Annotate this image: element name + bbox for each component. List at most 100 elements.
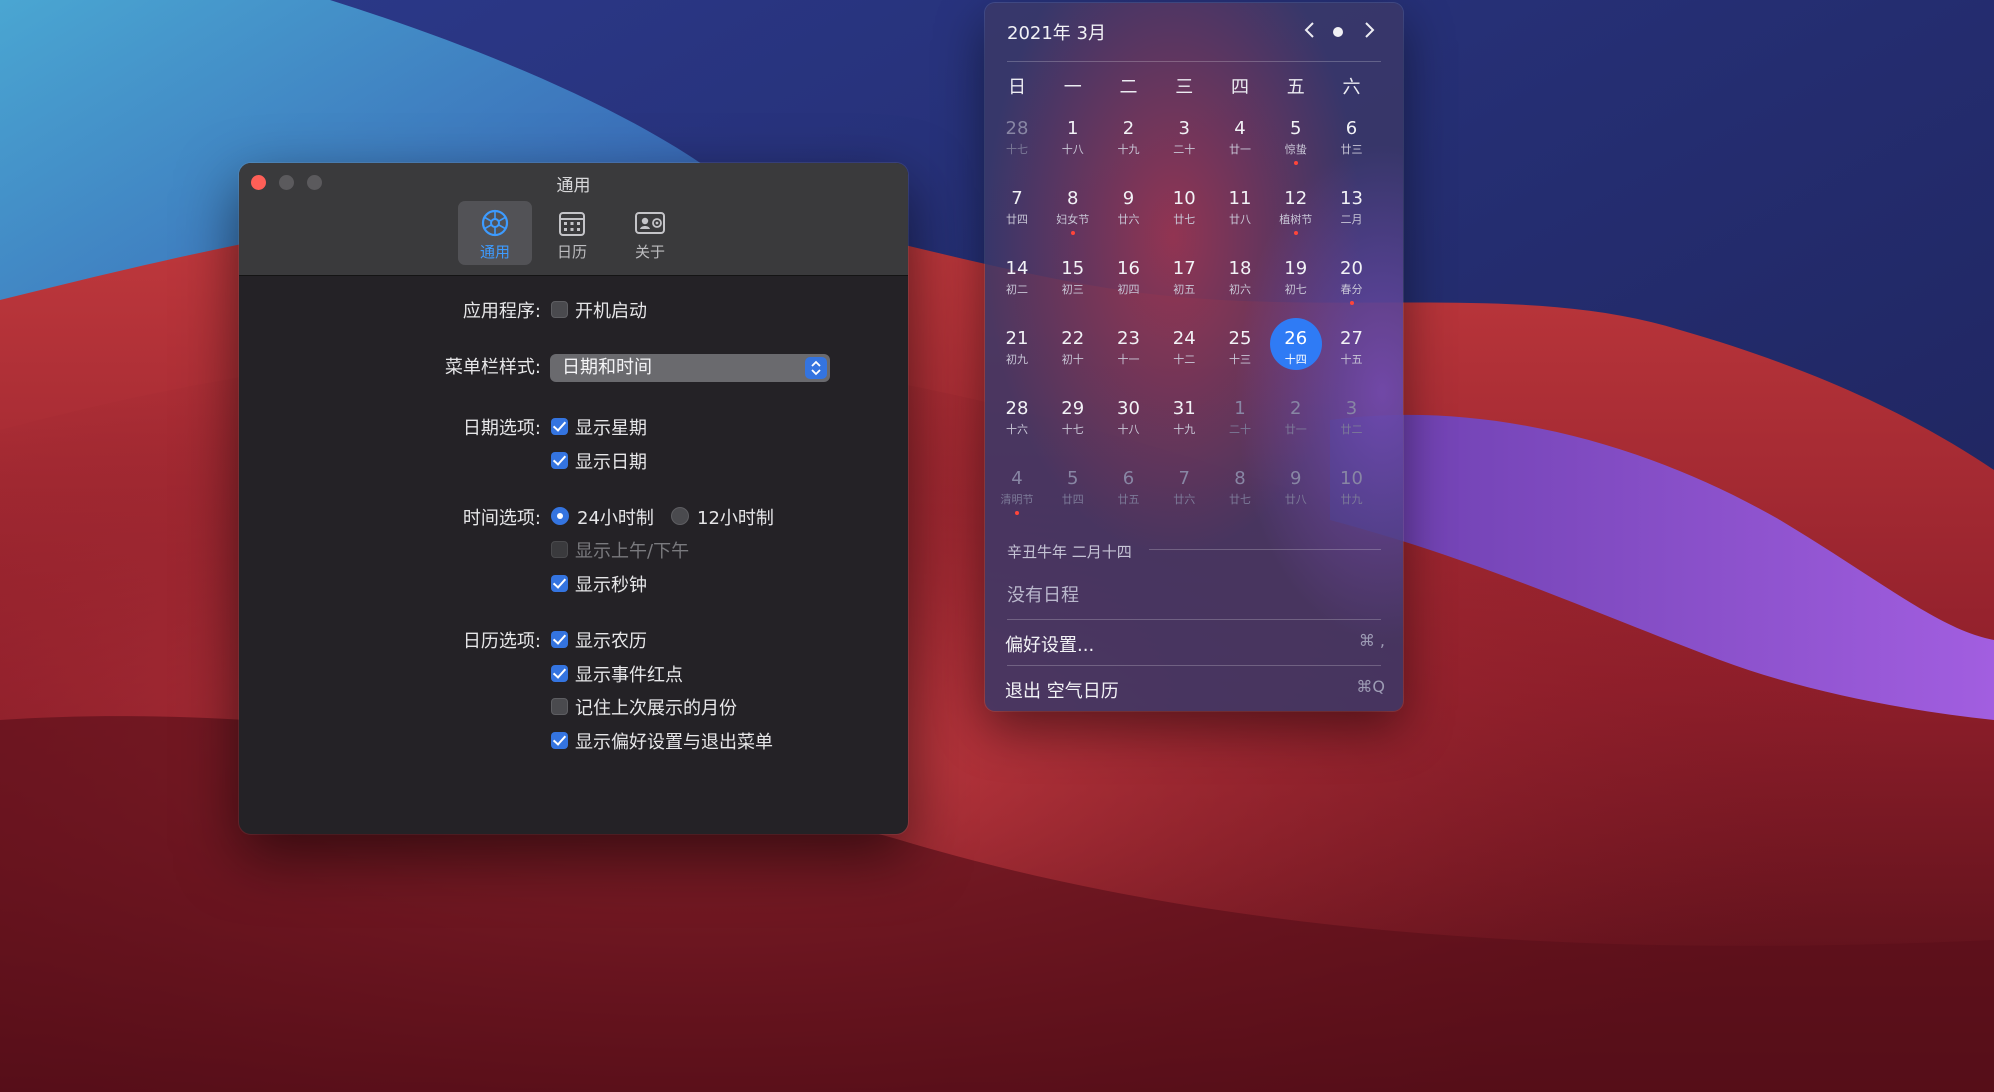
day-cell[interactable]: 3 廿二 bbox=[1324, 388, 1380, 444]
day-cell[interactable]: 6 廿三 bbox=[1324, 108, 1380, 164]
day-number: 8 bbox=[1067, 188, 1079, 209]
day-number: 29 bbox=[1061, 398, 1085, 419]
weekday-label: 四 bbox=[1231, 77, 1249, 98]
menubar-style-select[interactable]: 日期和时间 bbox=[550, 354, 830, 382]
day-number: 17 bbox=[1172, 258, 1196, 279]
show-date-checkbox[interactable] bbox=[551, 452, 568, 469]
show-pref-quit-checkbox[interactable] bbox=[551, 732, 568, 749]
day-cell[interactable]: 4 清明节 bbox=[989, 458, 1045, 515]
day-cell[interactable]: 11 廿八 bbox=[1212, 178, 1268, 234]
day-number: 28 bbox=[1005, 398, 1029, 419]
lunar-label: 十四 bbox=[1284, 353, 1307, 366]
chevron-up-down-icon bbox=[805, 357, 827, 379]
lunar-label: 廿九 bbox=[1340, 493, 1363, 506]
day-cell[interactable]: 5 惊蛰 bbox=[1268, 108, 1324, 165]
day-cell[interactable]: 28 十七 bbox=[989, 108, 1045, 164]
event-dot bbox=[1015, 511, 1019, 515]
day-cell[interactable]: 1 二十 bbox=[1212, 388, 1268, 444]
day-number: 8 bbox=[1234, 468, 1246, 489]
tab-calendar[interactable]: 日历 bbox=[535, 201, 609, 265]
day-cell[interactable]: 10 廿九 bbox=[1324, 458, 1380, 514]
lunar-label: 十八 bbox=[1061, 143, 1084, 156]
day-cell[interactable]: 4 廿一 bbox=[1212, 108, 1268, 164]
day-cell[interactable]: 12 植树节 bbox=[1268, 178, 1324, 235]
weekday-label: 三 bbox=[1175, 77, 1194, 98]
show-ampm-checkbox[interactable] bbox=[551, 541, 568, 558]
show-seconds-checkbox[interactable] bbox=[551, 575, 568, 592]
day-cell[interactable]: 31 十九 bbox=[1156, 388, 1212, 444]
show-ampm-label: 显示上午/下午 bbox=[575, 541, 690, 562]
day-number: 11 bbox=[1228, 188, 1252, 209]
day-cell[interactable]: 6 廿五 bbox=[1101, 458, 1157, 514]
show-date-label: 显示日期 bbox=[575, 452, 647, 473]
24-hour-radio[interactable] bbox=[551, 507, 569, 525]
launch-at-login-checkbox[interactable] bbox=[551, 301, 568, 318]
day-number: 12 bbox=[1284, 188, 1308, 209]
today-button[interactable] bbox=[1333, 27, 1343, 37]
quit-menu-item[interactable]: 退出 空气日历 ⌘Q bbox=[1005, 677, 1385, 707]
day-cell[interactable]: 28 十六 bbox=[989, 388, 1045, 444]
preferences-menu-item[interactable]: 偏好设置... ⌘ , bbox=[1005, 631, 1385, 661]
quit-label: 退出 空气日历 bbox=[1005, 681, 1119, 702]
lunar-label: 初五 bbox=[1173, 283, 1196, 296]
day-number: 27 bbox=[1340, 328, 1363, 349]
day-cell[interactable]: 8 廿七 bbox=[1212, 458, 1268, 514]
day-cell[interactable]: 16 初四 bbox=[1101, 248, 1157, 304]
day-cell[interactable]: 2 廿一 bbox=[1268, 388, 1324, 444]
day-cell[interactable]: 2 十九 bbox=[1101, 108, 1157, 164]
lunar-label: 廿四 bbox=[1061, 493, 1084, 506]
day-cell[interactable]: 7 廿六 bbox=[1156, 458, 1212, 514]
day-cell[interactable]: 5 廿四 bbox=[1045, 458, 1101, 514]
day-cell[interactable]: 8 妇女节 bbox=[1045, 178, 1101, 235]
day-number: 4 bbox=[1011, 468, 1023, 489]
lunar-label: 廿五 bbox=[1117, 493, 1140, 506]
show-weekday-checkbox[interactable] bbox=[551, 418, 568, 435]
day-cell[interactable]: 30 十八 bbox=[1101, 388, 1157, 444]
tab-general[interactable]: 通用 bbox=[458, 201, 532, 265]
day-cell[interactable]: 14 初二 bbox=[989, 248, 1045, 304]
day-number: 15 bbox=[1061, 258, 1085, 279]
12-hour-radio[interactable] bbox=[671, 507, 689, 525]
calendar-icon bbox=[559, 212, 585, 236]
day-cell[interactable]: 21 初九 bbox=[989, 318, 1045, 374]
selected-lunar-date: 辛丑牛年 二月十四 bbox=[1007, 543, 1132, 561]
day-cell[interactable]: 7 廿四 bbox=[989, 178, 1045, 234]
day-cell[interactable]: 24 十二 bbox=[1156, 318, 1212, 374]
lunar-label: 廿七 bbox=[1229, 493, 1251, 506]
day-cell[interactable]: 17 初五 bbox=[1156, 248, 1212, 304]
chevron-right-icon bbox=[1365, 22, 1375, 38]
previous-month-button[interactable] bbox=[1303, 19, 1317, 46]
day-cell[interactable]: 18 初六 bbox=[1212, 248, 1268, 304]
day-cell[interactable]: 22 初十 bbox=[1045, 318, 1101, 374]
day-cell[interactable]: 27 十五 bbox=[1324, 318, 1380, 374]
calendar-popover: 2021年 3月 日一二三四五六 28 十七 1 十八 2 十九 3 二十 4 廿一 5 惊蛰 6 廿三 7… bbox=[985, 3, 1403, 711]
day-number: 16 bbox=[1117, 258, 1140, 279]
menu-divider-2 bbox=[1007, 665, 1381, 666]
lunar-label: 初十 bbox=[1061, 353, 1084, 366]
day-cell[interactable]: 20 春分 bbox=[1324, 248, 1380, 305]
day-cell[interactable]: 25 十三 bbox=[1212, 318, 1268, 374]
24-hour-label: 24小时制 bbox=[577, 508, 654, 529]
day-number: 28 bbox=[1005, 118, 1029, 139]
tab-about-label: 关于 bbox=[634, 243, 665, 261]
day-cell[interactable]: 15 初三 bbox=[1045, 248, 1101, 304]
day-cell[interactable]: 10 廿七 bbox=[1156, 178, 1212, 234]
weekday-label: 五 bbox=[1286, 77, 1305, 98]
day-cell[interactable]: 1 十八 bbox=[1045, 108, 1101, 164]
day-cell[interactable]: 23 十一 bbox=[1101, 318, 1157, 374]
day-number: 14 bbox=[1005, 258, 1029, 279]
day-cell[interactable]: 9 廿六 bbox=[1101, 178, 1157, 234]
tab-about[interactable]: 关于 bbox=[613, 201, 687, 265]
day-cell[interactable]: 3 二十 bbox=[1156, 108, 1212, 164]
day-cell[interactable]: 9 廿八 bbox=[1268, 458, 1324, 514]
day-cell[interactable]: 29 十七 bbox=[1045, 388, 1101, 444]
remember-month-checkbox[interactable] bbox=[551, 698, 568, 715]
lunar-divider bbox=[1149, 549, 1381, 550]
show-event-dots-checkbox[interactable] bbox=[551, 665, 568, 682]
day-cell-today[interactable]: 26 十四 bbox=[1268, 318, 1324, 374]
day-cell[interactable]: 13 二月 bbox=[1324, 178, 1380, 234]
time-options-label: 时间选项: bbox=[462, 508, 541, 529]
next-month-button[interactable] bbox=[1362, 19, 1376, 46]
day-cell[interactable]: 19 初七 bbox=[1268, 248, 1324, 304]
show-lunar-checkbox[interactable] bbox=[551, 631, 568, 648]
